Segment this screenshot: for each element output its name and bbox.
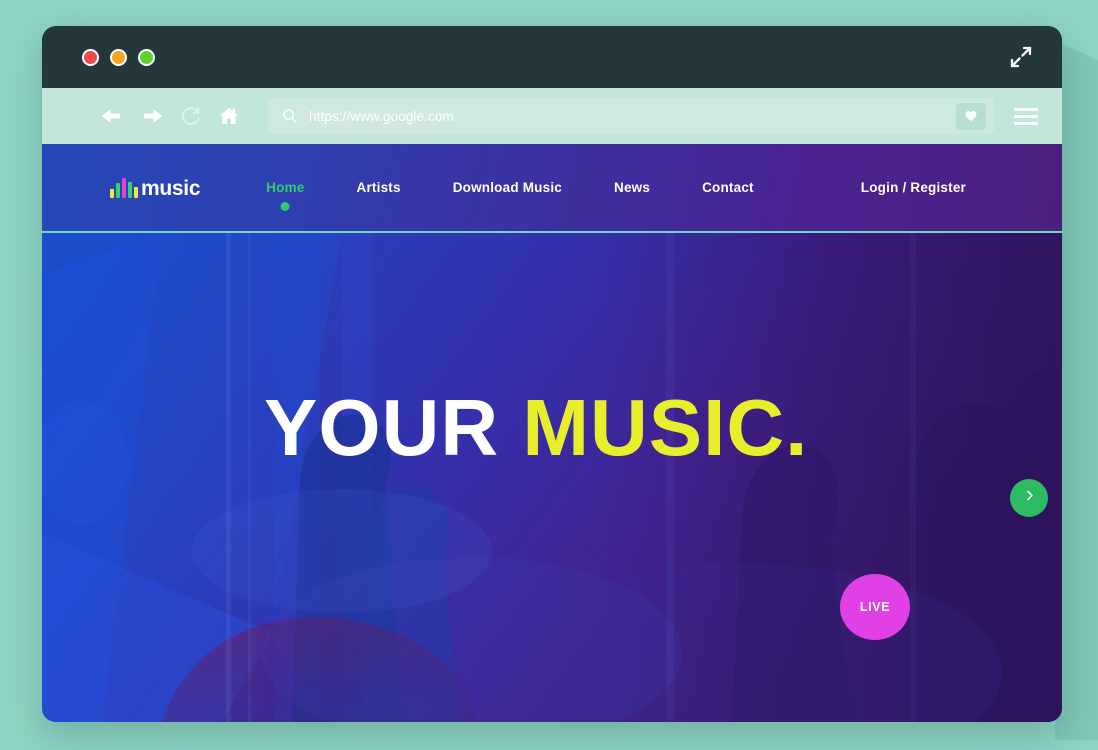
home-icon[interactable] bbox=[218, 105, 240, 127]
url-bar[interactable]: https://www.google.com bbox=[268, 98, 994, 134]
site-navbar: music Home Artists Download Music News C… bbox=[42, 144, 1062, 233]
browser-toolbar: https://www.google.com bbox=[42, 88, 1062, 144]
hero-headline: YOUR MUSIC. bbox=[264, 388, 808, 468]
nav-item-label: Artists bbox=[356, 180, 401, 195]
expand-arrows-icon[interactable] bbox=[1008, 44, 1034, 70]
heart-icon[interactable] bbox=[956, 102, 986, 130]
minimize-window-button[interactable] bbox=[110, 48, 127, 66]
headline-word-music: MUSIC. bbox=[522, 383, 809, 472]
main-menu: Home Artists Download Music News Contact bbox=[266, 180, 806, 211]
forward-arrow-icon[interactable] bbox=[142, 105, 164, 127]
chevron-right-icon bbox=[1023, 489, 1036, 507]
hero-section: YOUR MUSIC. LIVE Event Tickets GET YOUR … bbox=[42, 233, 1062, 722]
search-icon bbox=[282, 108, 298, 124]
nav-item-home[interactable]: Home bbox=[266, 180, 305, 211]
nav-item-label: Download Music bbox=[452, 180, 562, 195]
reload-icon[interactable] bbox=[180, 105, 202, 127]
hamburger-menu-icon[interactable] bbox=[1014, 107, 1038, 125]
window-controls bbox=[82, 48, 155, 66]
maximize-window-button[interactable] bbox=[138, 48, 155, 66]
next-slide-button[interactable] bbox=[1010, 479, 1048, 517]
hamburger-bar bbox=[1014, 121, 1038, 125]
nav-item-label: News bbox=[614, 180, 651, 195]
equalizer-bars-icon bbox=[110, 178, 138, 198]
site-logo[interactable]: music bbox=[110, 177, 201, 200]
close-window-button[interactable] bbox=[82, 48, 99, 66]
browser-window: https://www.google.com music Home Artist… bbox=[42, 26, 1062, 722]
nav-item-label: Home bbox=[266, 180, 305, 195]
hero-content: YOUR MUSIC. LIVE Event Tickets GET YOUR … bbox=[42, 233, 1062, 722]
hamburger-bar bbox=[1014, 107, 1038, 111]
active-indicator-dot bbox=[280, 202, 290, 211]
nav-item-news[interactable]: News bbox=[614, 180, 650, 195]
live-badge[interactable]: LIVE bbox=[840, 574, 910, 640]
login-register-link[interactable]: Login / Register bbox=[861, 180, 966, 195]
nav-item-download-music[interactable]: Download Music bbox=[453, 180, 562, 195]
nav-item-label: Contact bbox=[702, 180, 754, 195]
live-badge-label: LIVE bbox=[859, 600, 891, 614]
headline-word-your: YOUR bbox=[264, 383, 500, 472]
nav-item-artists[interactable]: Artists bbox=[357, 180, 401, 195]
logo-text: music bbox=[141, 177, 201, 200]
browser-titlebar bbox=[42, 26, 1062, 88]
nav-item-contact[interactable]: Contact bbox=[702, 180, 754, 195]
url-text[interactable]: https://www.google.com bbox=[309, 109, 956, 124]
hamburger-bar bbox=[1014, 114, 1038, 118]
back-arrow-icon[interactable] bbox=[100, 105, 122, 127]
